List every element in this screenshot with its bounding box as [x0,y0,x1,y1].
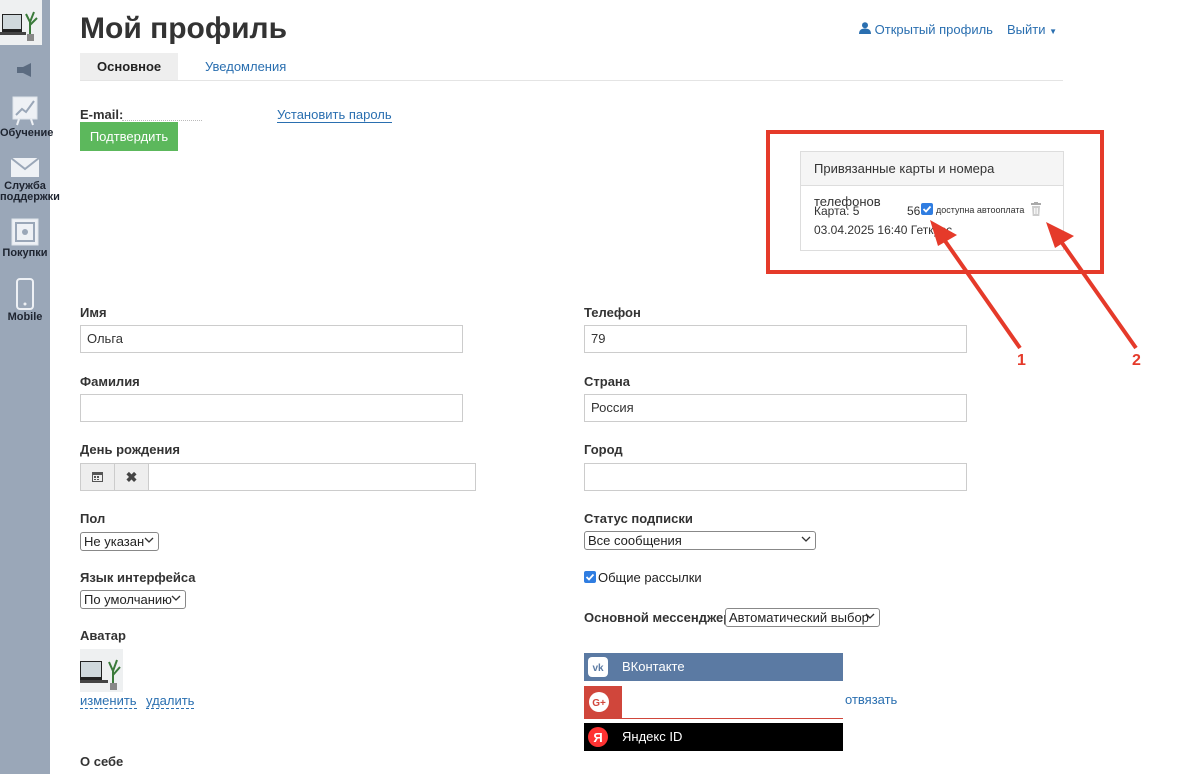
annotation-marker-1: 1 [1017,352,1026,369]
public-profile-link[interactable]: Открытый профиль [859,22,993,37]
city-label: Город [584,442,623,457]
tab-notifications[interactable]: Уведомления [188,53,303,80]
checkmark-icon [585,573,595,581]
chevron-down-icon [801,533,811,550]
sidebar-avatar-thumbnail[interactable] [0,0,42,45]
calendar-icon [92,472,103,482]
subscription-select-value: Все сообщения [588,533,682,548]
messenger-select-value: Автоматический выбор [729,610,869,625]
birthday-input[interactable] [153,464,475,490]
public-profile-label: Открытый профиль [874,22,993,37]
yandex-label: Яндекс ID [622,729,683,744]
country-label: Страна [584,374,631,389]
linked-cards-title: Привязанные карты и номера телефонов [801,152,1063,209]
phone-icon [16,278,34,310]
sidebar-item-label: Покупки [2,247,48,259]
country-input[interactable]: Россия [584,394,967,422]
sidebar-item-label: Обучение [0,127,54,139]
page-title: Мой профиль [80,12,288,45]
google-row: G+ [584,686,843,719]
chart-board-icon [12,96,38,126]
sidebar-item-mobile[interactable]: Mobile [0,278,50,323]
chevron-down-icon [171,592,181,609]
svg-text:vk: vk [592,663,604,674]
first-name-label: Имя [80,305,107,320]
megaphone-icon [17,63,31,77]
avatar-label: Аватар [80,628,126,643]
newsletters-checkbox[interactable] [584,571,596,583]
subscription-select[interactable]: Все сообщения [584,531,816,550]
yandex-button[interactable]: Я Яндекс ID [584,723,843,751]
google-button[interactable]: G+ [584,686,622,718]
subscription-label: Статус подписки [584,511,693,526]
google-unlink-link[interactable]: отвязать [845,692,897,707]
language-select[interactable]: По умолчанию [80,590,186,609]
about-label: О себе [80,754,124,769]
sidebar-item-learning[interactable]: Обучение [0,96,54,139]
sidebar: Обучение Служба поддержки Покупки Mobile [0,0,60,774]
vk-icon: vk [588,657,608,677]
sidebar-item-purchases[interactable]: Покупки [0,218,50,259]
birthday-field: ✖ [80,463,476,491]
email-value-redacted [122,119,202,121]
avatar-delete-link[interactable]: удалить [146,693,195,709]
last-name-label: Фамилия [80,374,140,389]
sidebar-item-support[interactable]: Служба поддержки [0,157,60,203]
tab-main[interactable]: Основное [80,53,179,80]
gender-label: Пол [80,511,106,526]
clear-date-icon[interactable]: ✖ [115,464,149,490]
messenger-label: Основной мессенджер [584,610,732,625]
gender-select[interactable]: Не указан [80,532,159,551]
google-plus-icon: G+ [589,692,609,712]
logout-label: Выйти [1007,22,1046,37]
logout-dropdown[interactable]: Выйти ▼ [1007,22,1057,37]
vk-label: ВКонтакте [622,659,685,674]
yandex-icon: Я [588,727,608,747]
annotation-marker-2: 2 [1132,352,1141,369]
city-input[interactable] [584,463,967,491]
vk-button[interactable]: vk ВКонтакте [584,653,843,681]
chevron-down-icon [865,610,875,627]
chevron-down-icon [144,534,154,551]
avatar-change-link[interactable]: изменить [80,693,137,709]
newsletters-label: Общие рассылки [598,570,702,585]
avatar-image [80,649,123,692]
gender-select-value: Не указан [84,534,145,549]
sidebar-item-label: Служба поддержки [0,180,60,203]
confirm-email-button[interactable]: Подтвердить [80,122,178,151]
birthday-label: День рождения [80,442,180,457]
phone-input[interactable]: 79 [584,325,967,353]
first-name-input[interactable]: Ольга [80,325,463,353]
caret-down-icon: ▼ [1049,27,1058,36]
language-select-value: По умолчанию [84,592,172,607]
svg-text:Я: Я [593,730,602,745]
calendar-button[interactable] [81,464,115,490]
last-name-input[interactable] [80,394,463,422]
annotation-arrows [930,220,1138,350]
user-icon [859,22,875,37]
sidebar-item-label: Mobile [7,311,43,323]
safe-icon [11,218,39,246]
tabs-bar: Основное Уведомления [80,53,1063,81]
envelope-icon [10,157,40,177]
sidebar-item-announcements[interactable] [0,62,50,80]
set-password-link[interactable]: Установить пароль [277,107,392,123]
messenger-select[interactable]: Автоматический выбор [725,608,880,627]
svg-text:G+: G+ [592,698,606,709]
language-label: Язык интерфейса [80,570,196,585]
email-label: E-mail: [80,107,124,122]
phone-label: Телефон [584,305,641,320]
card-number-prefix: Карта: 5 [814,204,860,218]
